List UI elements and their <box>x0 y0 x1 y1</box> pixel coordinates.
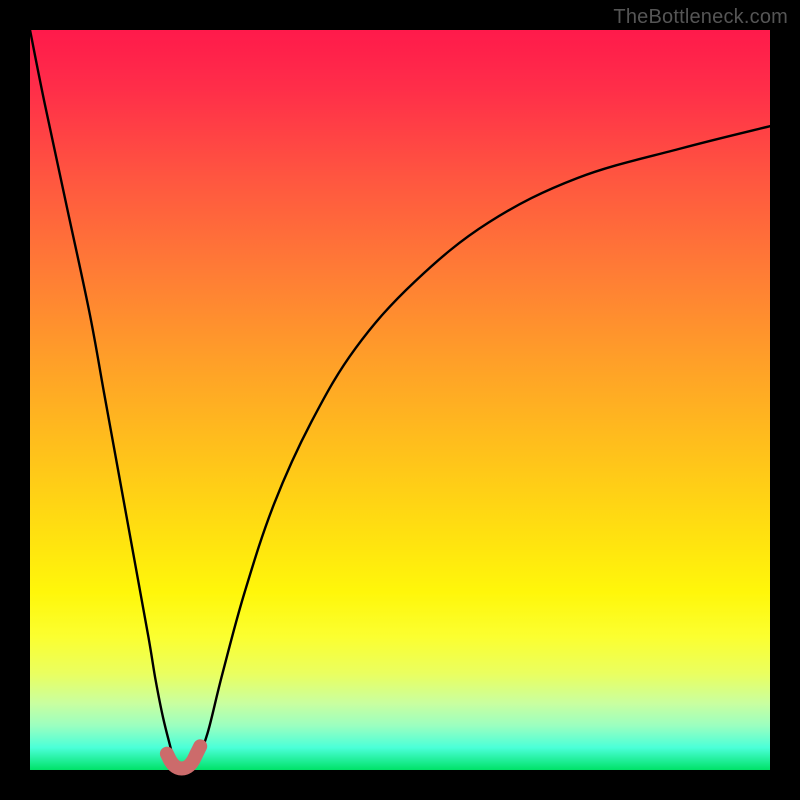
curve-left-branch <box>30 30 174 763</box>
watermark-text: TheBottleneck.com <box>613 6 788 29</box>
plot-area <box>30 30 770 770</box>
curve-layer <box>30 30 770 770</box>
chart-frame: TheBottleneck.com <box>0 0 800 800</box>
valley-marker <box>167 746 200 768</box>
curve-right-branch <box>197 126 771 762</box>
